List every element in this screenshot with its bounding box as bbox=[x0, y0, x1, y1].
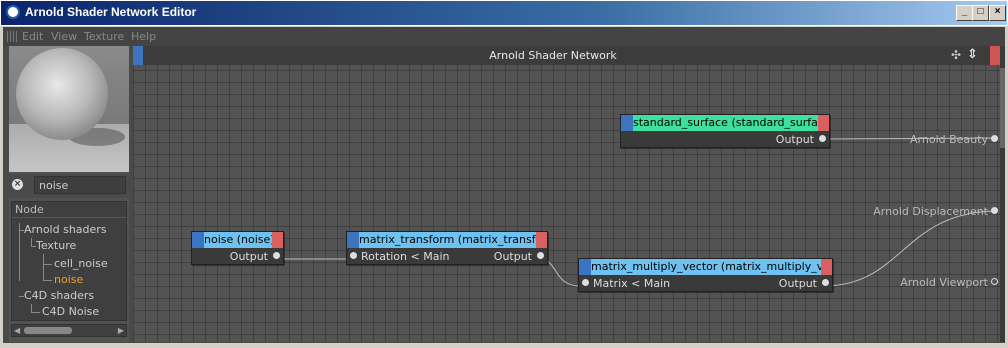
canvas-vertical-scrollbar[interactable] bbox=[1000, 46, 1005, 342]
tree-item-arnold-shaders[interactable]: Arnold shaders bbox=[24, 223, 107, 236]
tree-line bbox=[31, 238, 32, 246]
tree-item-c4d-noise[interactable]: C4D Noise bbox=[42, 305, 99, 318]
node-input-handle bbox=[621, 115, 633, 131]
preview-sphere bbox=[16, 48, 108, 140]
input-port[interactable] bbox=[350, 252, 357, 259]
tree-line bbox=[43, 280, 52, 281]
left-panel: × Node Arnold shaders Texture cell_noise… bbox=[9, 46, 129, 342]
tree-header-divider bbox=[12, 217, 126, 218]
vertical-scroll-thumb[interactable] bbox=[1000, 68, 1005, 148]
node-output-label: Output bbox=[493, 250, 532, 263]
sink-arnold-viewport-port[interactable] bbox=[991, 278, 998, 285]
tree-header: Node bbox=[15, 203, 44, 216]
tree-line bbox=[43, 254, 44, 281]
sink-arnold-beauty-label: Arnold Beauty bbox=[910, 133, 988, 146]
node-title: matrix_multiply_vector (matrix_multiply_… bbox=[591, 259, 821, 275]
window-bottom-frame bbox=[0, 343, 1008, 348]
search-row: × bbox=[9, 174, 129, 198]
tree-item-c4d-shaders[interactable]: C4D shaders bbox=[24, 289, 94, 302]
node-output-label: Output bbox=[775, 133, 814, 146]
tree-line bbox=[31, 304, 32, 312]
tree-item-cell-noise[interactable]: cell_noise bbox=[54, 257, 108, 270]
sink-arnold-displacement-label: Arnold Displacement bbox=[873, 205, 988, 218]
node-tree: Node Arnold shaders Texture cell_noise n… bbox=[11, 201, 127, 321]
node-output-label: Output bbox=[229, 250, 268, 263]
tree-line bbox=[19, 223, 20, 281]
tree-line bbox=[43, 264, 52, 265]
node-output-handle bbox=[272, 232, 283, 248]
scroll-right-icon[interactable]: ▶ bbox=[118, 325, 124, 336]
menu-help[interactable]: Help bbox=[131, 30, 156, 43]
grip-icon[interactable] bbox=[7, 31, 17, 42]
input-port[interactable] bbox=[582, 279, 589, 286]
node-standard-surface[interactable]: standard_surface (standard_surface) Outp… bbox=[620, 114, 830, 148]
close-button[interactable]: × bbox=[989, 5, 1006, 21]
maximize-button[interactable]: □ bbox=[972, 5, 989, 21]
scroll-left-icon[interactable]: ◀ bbox=[14, 325, 20, 336]
node-matrix-multiply-vector[interactable]: matrix_multiply_vector (matrix_multiply_… bbox=[578, 258, 833, 292]
menu-edit[interactable]: Edit bbox=[22, 30, 43, 43]
node-output-handle bbox=[821, 259, 832, 275]
wire-multiply-to-displacement bbox=[823, 210, 999, 287]
editor-window: Edit View Texture Help × Node Arn bbox=[3, 27, 1005, 343]
output-port[interactable] bbox=[273, 252, 280, 259]
node-input-label: Matrix < Main bbox=[593, 277, 671, 290]
material-preview bbox=[9, 46, 129, 172]
node-canvas[interactable]: Arnold Shader Network ✣ ⇕ standard_surfa… bbox=[133, 46, 1000, 342]
menu-view[interactable]: View bbox=[51, 30, 77, 43]
node-output-handle bbox=[818, 115, 829, 131]
connection-wires bbox=[275, 137, 999, 287]
sink-arnold-beauty-port[interactable] bbox=[991, 135, 998, 142]
sink-arnold-viewport-label: Arnold Viewport bbox=[900, 276, 988, 289]
clear-search-icon[interactable]: × bbox=[12, 179, 23, 190]
menu-bar: Edit View Texture Help bbox=[3, 27, 1005, 46]
window-title: Arnold Shader Network Editor bbox=[25, 5, 197, 19]
node-input-handle bbox=[579, 259, 591, 275]
node-matrix-transform[interactable]: matrix_transform (matrix_transform) Rota… bbox=[346, 231, 548, 265]
sink-arnold-displacement-port[interactable] bbox=[991, 207, 998, 214]
node-title: noise (noise) bbox=[204, 232, 272, 248]
window-titlebar: Arnold Shader Network Editor _ □ × bbox=[0, 0, 1008, 26]
tree-item-texture[interactable]: Texture bbox=[36, 239, 76, 252]
tree-horizontal-scrollbar[interactable]: ◀ ▶ bbox=[11, 324, 127, 337]
output-port[interactable] bbox=[537, 252, 544, 259]
node-output-handle bbox=[536, 232, 547, 248]
node-output-label: Output bbox=[778, 277, 817, 290]
node-input-label: Rotation < Main bbox=[361, 250, 450, 263]
minimize-button[interactable]: _ bbox=[956, 5, 973, 21]
app-icon bbox=[6, 5, 20, 19]
menu-texture[interactable]: Texture bbox=[84, 30, 124, 43]
output-port[interactable] bbox=[822, 279, 829, 286]
node-input-handle bbox=[192, 232, 204, 248]
output-port[interactable] bbox=[819, 135, 826, 142]
node-title: standard_surface (standard_surface) bbox=[633, 115, 818, 131]
tree-line bbox=[31, 312, 40, 313]
tree-item-noise[interactable]: noise bbox=[54, 273, 83, 286]
node-noise[interactable]: noise (noise) Output bbox=[191, 231, 284, 265]
search-input[interactable] bbox=[34, 176, 126, 194]
node-input-handle bbox=[347, 232, 359, 248]
node-title: matrix_transform (matrix_transform) bbox=[359, 232, 536, 248]
scroll-thumb[interactable] bbox=[24, 327, 72, 334]
